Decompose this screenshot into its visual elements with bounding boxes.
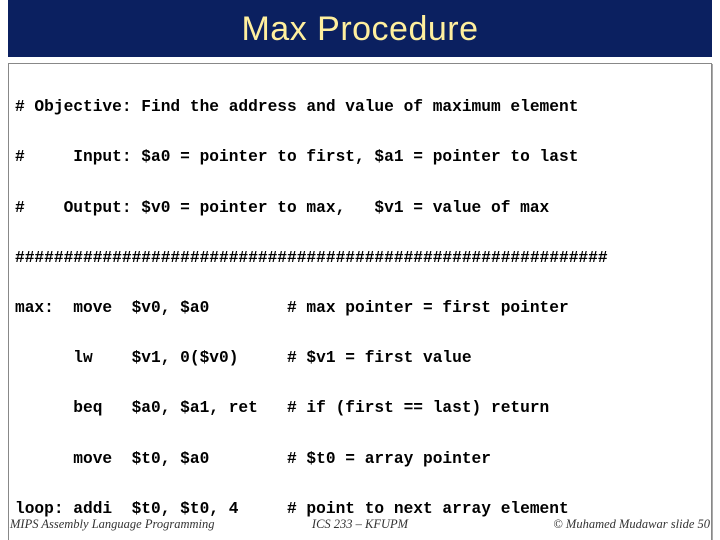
code-line: ########################################… xyxy=(15,246,705,271)
code-line: move $t0, $a0 # $t0 = array pointer xyxy=(15,447,705,472)
slide: Max Procedure # Objective: Find the addr… xyxy=(0,0,720,540)
footer: MIPS Assembly Language Programming ICS 2… xyxy=(10,517,710,532)
code-line: # Output: $v0 = pointer to max, $v1 = va… xyxy=(15,196,705,221)
code-line: max: move $v0, $a0 # max pointer = first… xyxy=(15,296,705,321)
footer-left: MIPS Assembly Language Programming xyxy=(10,517,215,532)
footer-right: © Muhamed Mudawar slide 50 xyxy=(553,517,710,532)
code-line: # Input: $a0 = pointer to first, $a1 = p… xyxy=(15,145,705,170)
code-line: beq $a0, $a1, ret # if (first == last) r… xyxy=(15,396,705,421)
slide-title: Max Procedure xyxy=(8,0,712,57)
code-block: # Objective: Find the address and value … xyxy=(8,63,712,540)
code-line: lw $v1, 0($v0) # $v1 = first value xyxy=(15,346,705,371)
code-line: # Objective: Find the address and value … xyxy=(15,95,705,120)
